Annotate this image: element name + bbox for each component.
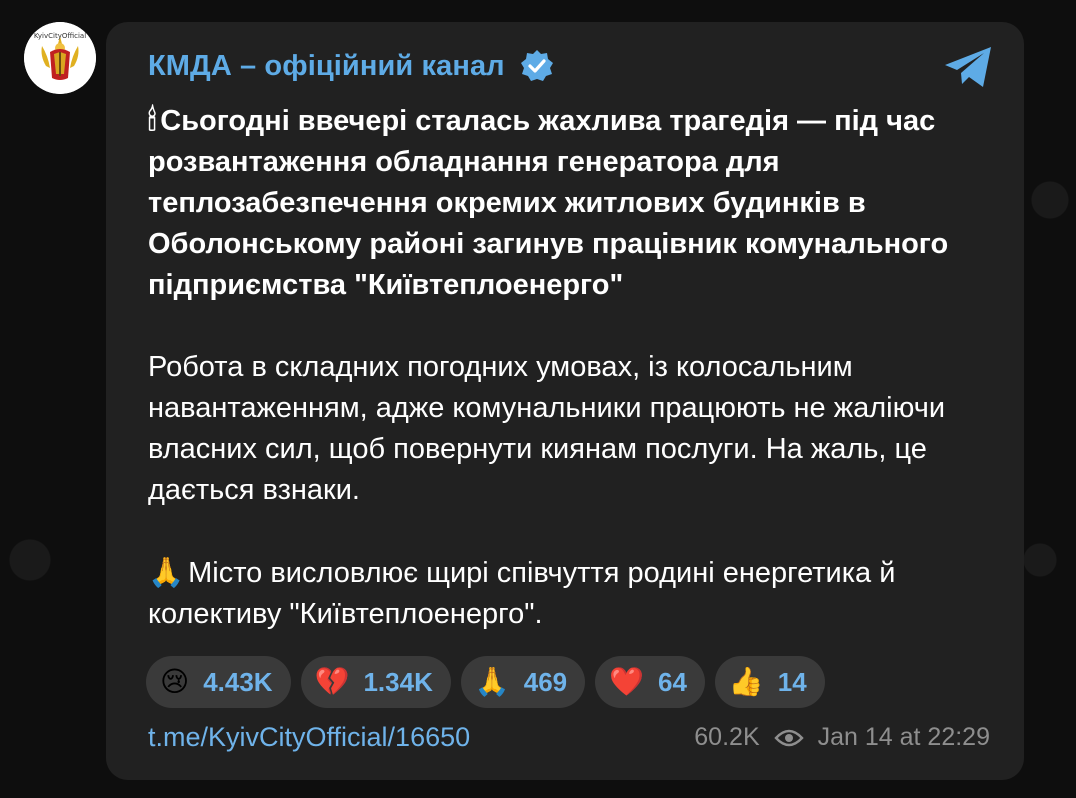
avatar-caption: KyivCityOfficial: [33, 32, 87, 40]
telegram-plane-icon[interactable]: [942, 44, 994, 90]
reaction-broken-heart[interactable]: 💔 1.34K: [300, 656, 451, 708]
message-footer: t.me/KyivCityOfficial/16650 60.2K Jan 14…: [148, 722, 990, 753]
paragraph-1-text: Сьогодні ввечері сталась жахлива трагеді…: [148, 105, 949, 301]
channel-avatar[interactable]: KyivCityOfficial: [24, 22, 96, 94]
paragraph-3: 🙏 Місто висловлює щирі співчуття родині е…: [148, 552, 998, 635]
reactions-bar: 😢 4.43K 💔 1.34K 🙏 469 ❤️ 64 👍 14: [146, 656, 825, 708]
message-bubble: КМДА – офіційний канал 🕯 Сьогодні ввечері…: [106, 22, 1024, 780]
praying-hands-emoji-icon: 🙏: [148, 555, 185, 589]
reaction-count: 14: [777, 666, 807, 697]
reaction-thumbs-up[interactable]: 👍 14: [714, 656, 825, 708]
reaction-count: 64: [658, 666, 687, 697]
timestamp: Jan 14 at 22:29: [817, 723, 990, 751]
reaction-praying-hands[interactable]: 🙏 469: [460, 656, 586, 708]
reaction-heart[interactable]: ❤️ 64: [595, 656, 705, 708]
message-meta: 60.2K Jan 14 at 22:29: [694, 723, 990, 752]
verified-badge-icon: [520, 50, 553, 81]
reaction-count: 1.34K: [363, 666, 433, 697]
crying-face-icon: 😢: [160, 665, 190, 698]
reaction-crying[interactable]: 😢 4.43K: [146, 656, 291, 708]
view-count: 60.2K: [694, 723, 760, 751]
eye-icon: [773, 729, 804, 746]
message-text: 🕯 Сьогодні ввечері сталась жахлива трагед…: [148, 100, 998, 635]
paragraph-1: 🕯 Сьогодні ввечері сталась жахлива трагед…: [148, 100, 998, 306]
reaction-count: 469: [523, 666, 568, 697]
channel-name[interactable]: КМДА – офіційний канал: [148, 50, 505, 83]
thumbs-up-icon: 👍: [728, 665, 764, 698]
reaction-count: 4.43K: [203, 666, 273, 697]
red-heart-icon: ❤️: [609, 665, 644, 698]
broken-heart-icon: 💔: [314, 665, 350, 698]
praying-hands-icon: 🙏: [474, 665, 510, 698]
message-header: КМДА – офіційний канал: [148, 48, 555, 84]
paragraph-3-text: Місто висловлює щирі співчуття родині ен…: [148, 557, 896, 630]
paragraph-2: Робота в складних погодних умовах, із ко…: [148, 351, 946, 506]
candle-emoji-icon: 🕯: [148, 103, 157, 137]
post-link[interactable]: t.me/KyivCityOfficial/16650: [148, 722, 470, 753]
